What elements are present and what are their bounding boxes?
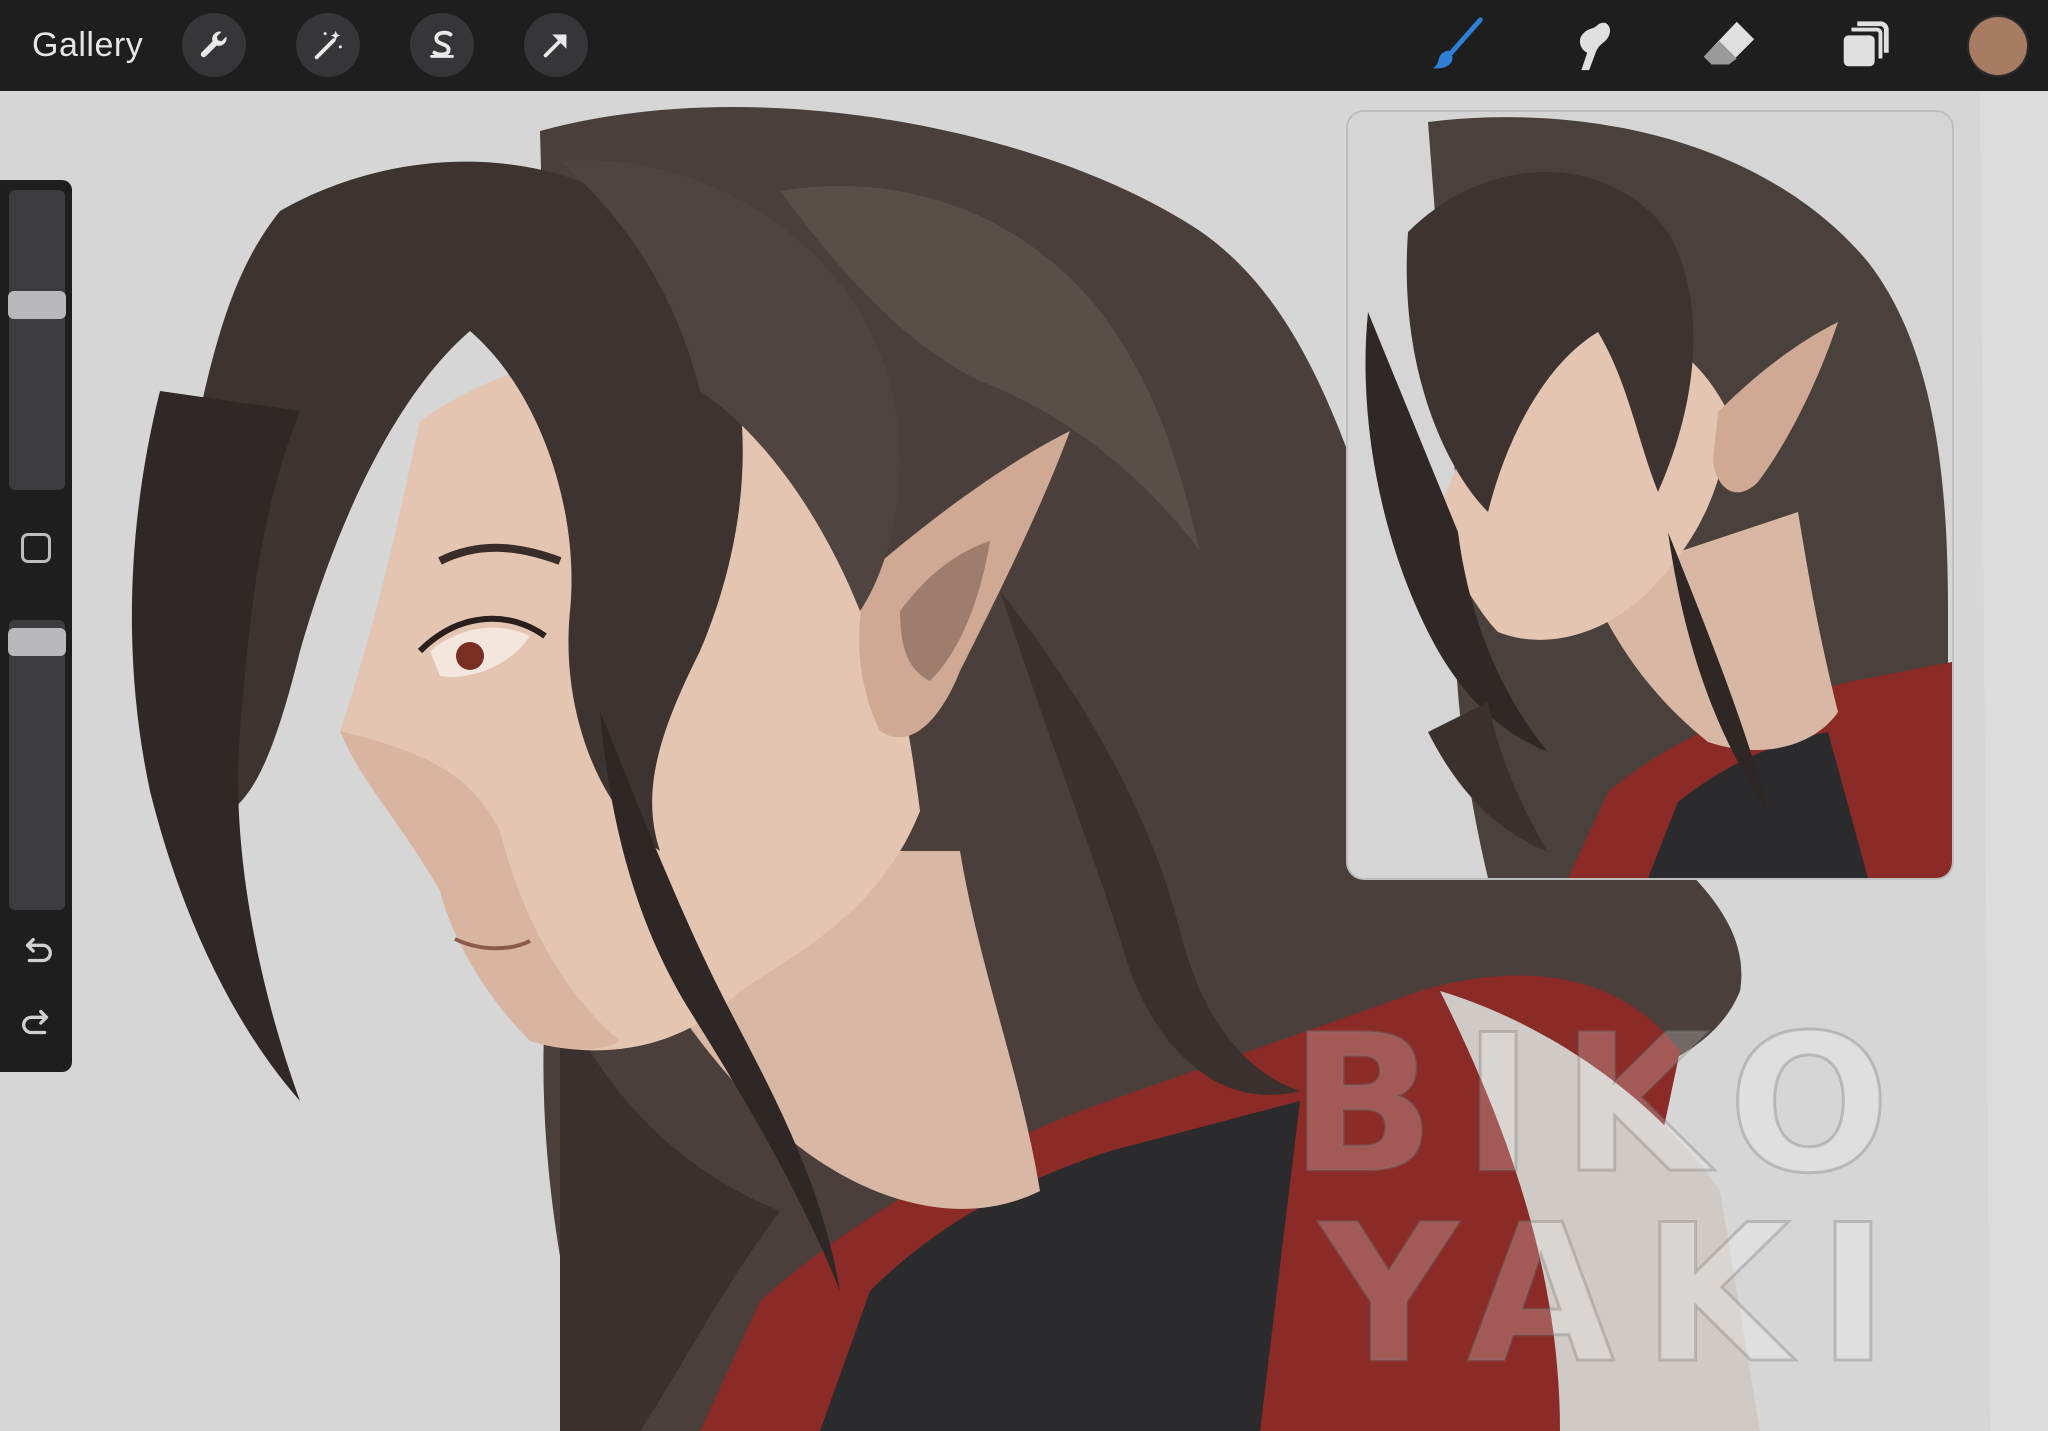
- reference-window[interactable]: [1348, 112, 1952, 878]
- left-sidebar: [0, 180, 72, 1072]
- magic-wand-icon[interactable]: [296, 13, 360, 77]
- brush-size-slider[interactable]: [9, 190, 65, 490]
- layers-icon[interactable]: [1834, 14, 1896, 76]
- modify-square-icon[interactable]: [21, 533, 51, 563]
- opacity-slider[interactable]: [9, 620, 65, 910]
- brush-size-thumb[interactable]: [8, 290, 66, 319]
- top-toolbar: Gallery: [0, 0, 2048, 91]
- gallery-button[interactable]: Gallery: [32, 22, 143, 68]
- reference-image: [1348, 112, 1952, 878]
- eraser-icon[interactable]: [1698, 14, 1760, 76]
- brush-icon[interactable]: [1428, 14, 1490, 76]
- undo-icon[interactable]: [18, 932, 56, 970]
- wrench-icon[interactable]: [182, 13, 246, 77]
- color-swatch[interactable]: [1969, 17, 2027, 75]
- transform-arrow-icon[interactable]: [524, 13, 588, 77]
- opacity-thumb[interactable]: [8, 627, 66, 656]
- watermark-line-1: BIKO: [1289, 994, 1918, 1215]
- watermark-line-2: YAKI: [1318, 1184, 1917, 1405]
- redo-icon[interactable]: [18, 1004, 56, 1042]
- smudge-icon[interactable]: [1562, 14, 1624, 76]
- selection-s-icon[interactable]: [410, 13, 474, 77]
